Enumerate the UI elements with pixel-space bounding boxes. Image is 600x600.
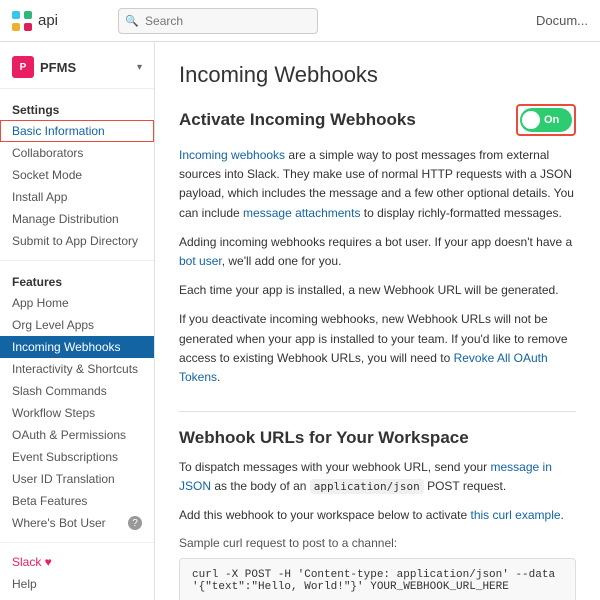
sidebar-item-collaborators[interactable]: Collaborators (0, 142, 154, 164)
settings-section-title: Settings (0, 97, 154, 120)
webhook-urls-title: Webhook URLs for Your Workspace (179, 428, 576, 448)
sidebar-item-submit-dir[interactable]: Submit to App Directory (0, 230, 154, 252)
sidebar-item-workflow-steps[interactable]: Workflow Steps (0, 402, 154, 424)
revoke-tokens-link[interactable]: Revoke All OAuth Tokens (179, 351, 548, 384)
sidebar-item-contact[interactable]: Contact (0, 595, 154, 600)
sidebar-item-app-home[interactable]: App Home (0, 292, 154, 314)
webhook-desc: To dispatch messages with your webhook U… (179, 458, 576, 496)
sidebar-item-manage-dist[interactable]: Manage Distribution (0, 208, 154, 230)
toggle-knob (522, 111, 540, 129)
sidebar-item-org-level[interactable]: Org Level Apps (0, 314, 154, 336)
code-sample: curl -X POST -H 'Content-type: applicati… (179, 558, 576, 600)
sidebar-item-help[interactable]: Help (0, 573, 154, 595)
page-title: Incoming Webhooks (179, 62, 576, 88)
slack-logo-icon (12, 11, 32, 31)
bot-user-link-1[interactable]: bot user (179, 254, 222, 268)
sidebar: P PFMS ▾ Settings Basic Information Coll… (0, 42, 155, 600)
activate-para-3: Each time your app is installed, a new W… (179, 281, 576, 300)
curl-example-link[interactable]: this curl example (471, 508, 561, 522)
sidebar-item-slash-commands[interactable]: Slash Commands (0, 380, 154, 402)
logo: api (12, 11, 58, 31)
section-separator (179, 411, 576, 412)
sidebar-item-slack-heart[interactable]: Slack ♥ (0, 551, 154, 573)
sidebar-item-basic-info[interactable]: Basic Information (0, 120, 154, 142)
workspace-icon: P (12, 56, 34, 78)
sidebar-item-interactivity[interactable]: Interactivity & Shortcuts (0, 358, 154, 380)
sample-curl-label: Sample curl request to post to a channel… (179, 536, 576, 550)
sidebar-bottom: Slack ♥ Help Contact Policies Our Blog (0, 551, 154, 600)
sidebar-item-incoming-webhooks[interactable]: Incoming Webhooks (0, 336, 154, 358)
activate-toggle[interactable]: On (520, 108, 572, 132)
activate-section: Activate Incoming Webhooks On Incoming w… (179, 104, 576, 387)
sidebar-item-bots-user[interactable]: Where's Bot User ? (0, 512, 154, 534)
workspace-selector[interactable]: P PFMS ▾ (0, 52, 154, 89)
sidebar-divider-1 (0, 260, 154, 261)
activate-section-header: Activate Incoming Webhooks On (179, 104, 576, 136)
sidebar-item-event-subs[interactable]: Event Subscriptions (0, 446, 154, 468)
question-icon: ? (128, 516, 142, 530)
message-attachments-link[interactable]: message attachments (243, 206, 360, 220)
sidebar-item-install-app[interactable]: Install App (0, 186, 154, 208)
doc-link[interactable]: Docum... (536, 13, 588, 28)
webhook-add-instruction: Add this webhook to your workspace below… (179, 506, 576, 525)
features-section-title: Features (0, 269, 154, 292)
main-content: Incoming Webhooks Activate Incoming Webh… (155, 42, 600, 600)
workspace-name: PFMS (40, 60, 131, 75)
logo-text: api (38, 12, 58, 29)
layout: P PFMS ▾ Settings Basic Information Coll… (0, 42, 600, 600)
activate-para-2: Adding incoming webhooks requires a bot … (179, 233, 576, 271)
activate-para-1: Incoming webhooks are a simple way to po… (179, 146, 576, 223)
sidebar-divider-2 (0, 542, 154, 543)
activate-para-4: If you deactivate incoming webhooks, new… (179, 310, 576, 387)
topbar: api Docum... (0, 0, 600, 42)
webhook-urls-section: Webhook URLs for Your Workspace To dispa… (179, 428, 576, 600)
activate-title: Activate Incoming Webhooks (179, 110, 416, 130)
sidebar-item-oauth[interactable]: OAuth & Permissions (0, 424, 154, 446)
toggle-border: On (516, 104, 576, 136)
search-wrap (118, 8, 318, 34)
incoming-webhooks-link[interactable]: Incoming webhooks (179, 148, 285, 162)
sidebar-item-beta-features[interactable]: Beta Features (0, 490, 154, 512)
bots-user-label: Where's Bot User (12, 516, 106, 530)
workspace-dropdown-icon: ▾ (137, 62, 142, 73)
search-input[interactable] (118, 8, 318, 34)
sidebar-item-user-id[interactable]: User ID Translation (0, 468, 154, 490)
toggle-label: On (544, 114, 559, 126)
sidebar-item-socket-mode[interactable]: Socket Mode (0, 164, 154, 186)
